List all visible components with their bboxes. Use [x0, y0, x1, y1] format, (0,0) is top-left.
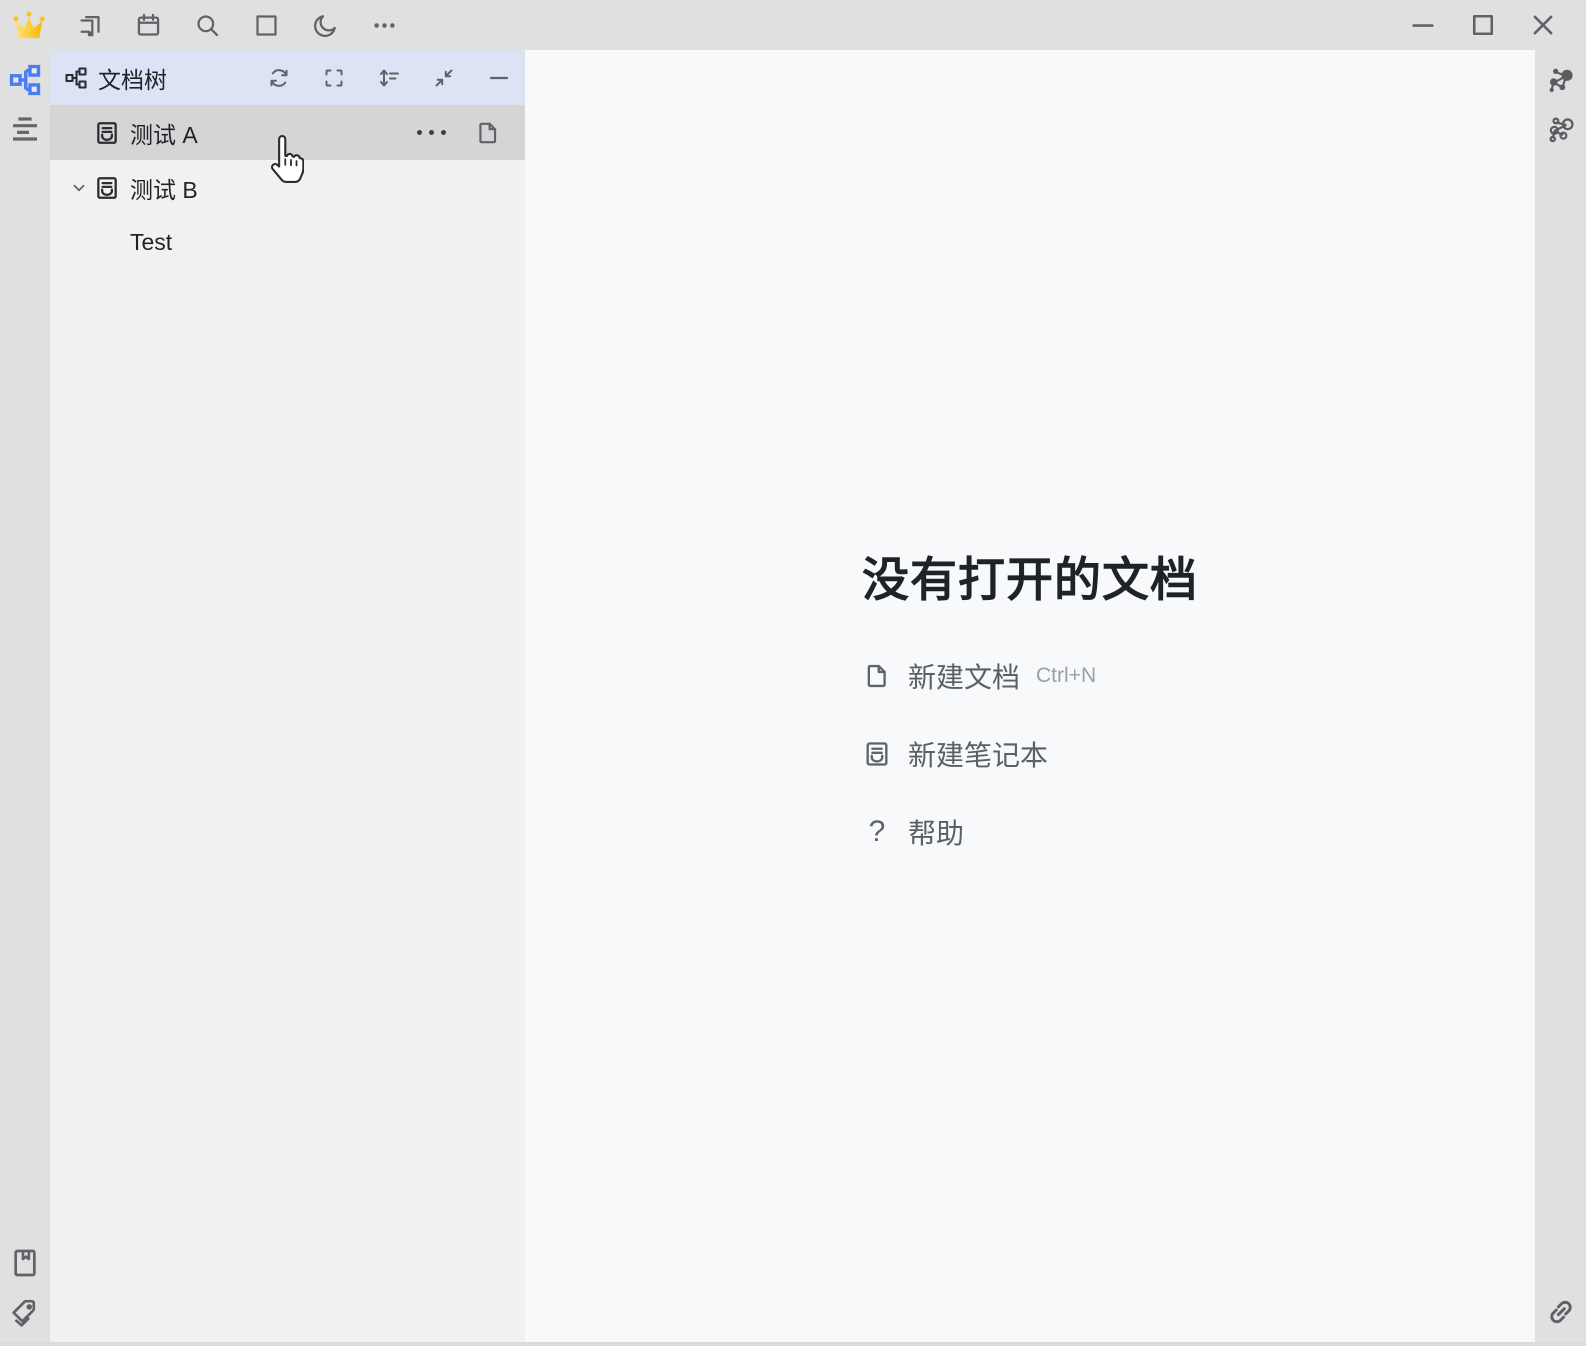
file-tree-panel: 文档树 测试 A 测试 B Test: [50, 50, 525, 1342]
outline-dock-icon[interactable]: [6, 110, 44, 148]
empty-state: 没有打开的文档 新建文档 Ctrl+N 新建笔记本 ? 帮助: [862, 541, 1198, 852]
more-icon[interactable]: [413, 130, 449, 135]
new-notebook-action[interactable]: 新建笔记本: [862, 734, 1198, 774]
crown-icon[interactable]: [0, 9, 58, 41]
focus-icon[interactable]: [322, 66, 346, 90]
new-document-label: 新建文档: [908, 661, 1021, 693]
help-action[interactable]: ? 帮助: [862, 812, 1198, 852]
help-label: 帮助: [908, 817, 965, 849]
help-icon: ?: [868, 814, 886, 848]
dock-left: [0, 50, 50, 1342]
new-file-icon: [862, 661, 892, 691]
window-bottom-border: [0, 1342, 1586, 1346]
collapse-icon[interactable]: [432, 66, 456, 90]
search-icon[interactable]: [192, 10, 222, 40]
new-document-action[interactable]: 新建文档 Ctrl+N: [862, 656, 1198, 696]
row-actions: [413, 120, 501, 146]
notebook-icon: [94, 175, 120, 201]
dock-right: [1535, 50, 1586, 1342]
panel-toolbar: [236, 66, 511, 90]
backlinks-link-icon[interactable]: [1542, 1293, 1580, 1331]
bookmark-dock-icon[interactable]: [6, 1244, 44, 1282]
new-notebook-label: 新建笔记本: [908, 739, 1049, 771]
tree-item-label: Test: [130, 229, 173, 255]
document-tree: 测试 A 测试 B Test: [50, 105, 525, 270]
tree-item-label: 测试 A: [130, 121, 198, 148]
file-tree-icon: [65, 66, 87, 89]
notebook-icon: [94, 120, 120, 146]
global-graph-dock-icon[interactable]: [1542, 110, 1580, 148]
tag-dock-icon[interactable]: [6, 1293, 44, 1331]
square-icon[interactable]: [251, 10, 281, 40]
refresh-icon[interactable]: [267, 66, 291, 90]
file-tree-dock-icon[interactable]: [6, 61, 44, 99]
dark-mode-moon-icon[interactable]: [310, 10, 340, 40]
maximize-button[interactable]: [1468, 10, 1498, 40]
tree-row-notebook-b[interactable]: 测试 B: [50, 160, 525, 215]
panel-title: 文档树: [98, 66, 167, 93]
min-panel-icon[interactable]: [487, 66, 511, 90]
tree-row-doc-test[interactable]: Test: [50, 215, 525, 270]
template-doc-icon[interactable]: [74, 10, 104, 40]
app-window: 文档树 测试 A 测试 B Test 没有打开的文档 新建文档 Ctrl+N 新…: [0, 0, 1586, 1346]
window-controls: [1378, 10, 1586, 40]
file-tree-panel-header: 文档树: [50, 50, 525, 105]
more-ellipsis-icon[interactable]: [369, 10, 399, 40]
top-toolbar: [0, 0, 1586, 50]
tree-row-notebook-a[interactable]: 测试 A: [50, 105, 525, 160]
empty-state-title: 没有打开的文档: [862, 552, 1198, 606]
graph-dock-icon[interactable]: [1542, 61, 1580, 99]
chevron-down-icon[interactable]: [64, 173, 94, 203]
new-document-shortcut: Ctrl+N: [1036, 663, 1097, 687]
toggle-placeholder: [64, 228, 94, 258]
tree-item-label: 测试 B: [130, 176, 198, 203]
close-button[interactable]: [1528, 10, 1558, 40]
daily-note-calendar-icon[interactable]: [133, 10, 163, 40]
minimize-button[interactable]: [1408, 10, 1438, 40]
sort-icon[interactable]: [377, 66, 401, 90]
notebook-icon: [862, 739, 892, 769]
main-editor-area: 没有打开的文档 新建文档 Ctrl+N 新建笔记本 ? 帮助: [525, 50, 1535, 1342]
new-doc-icon[interactable]: [475, 120, 501, 146]
toggle-placeholder: [64, 118, 94, 148]
